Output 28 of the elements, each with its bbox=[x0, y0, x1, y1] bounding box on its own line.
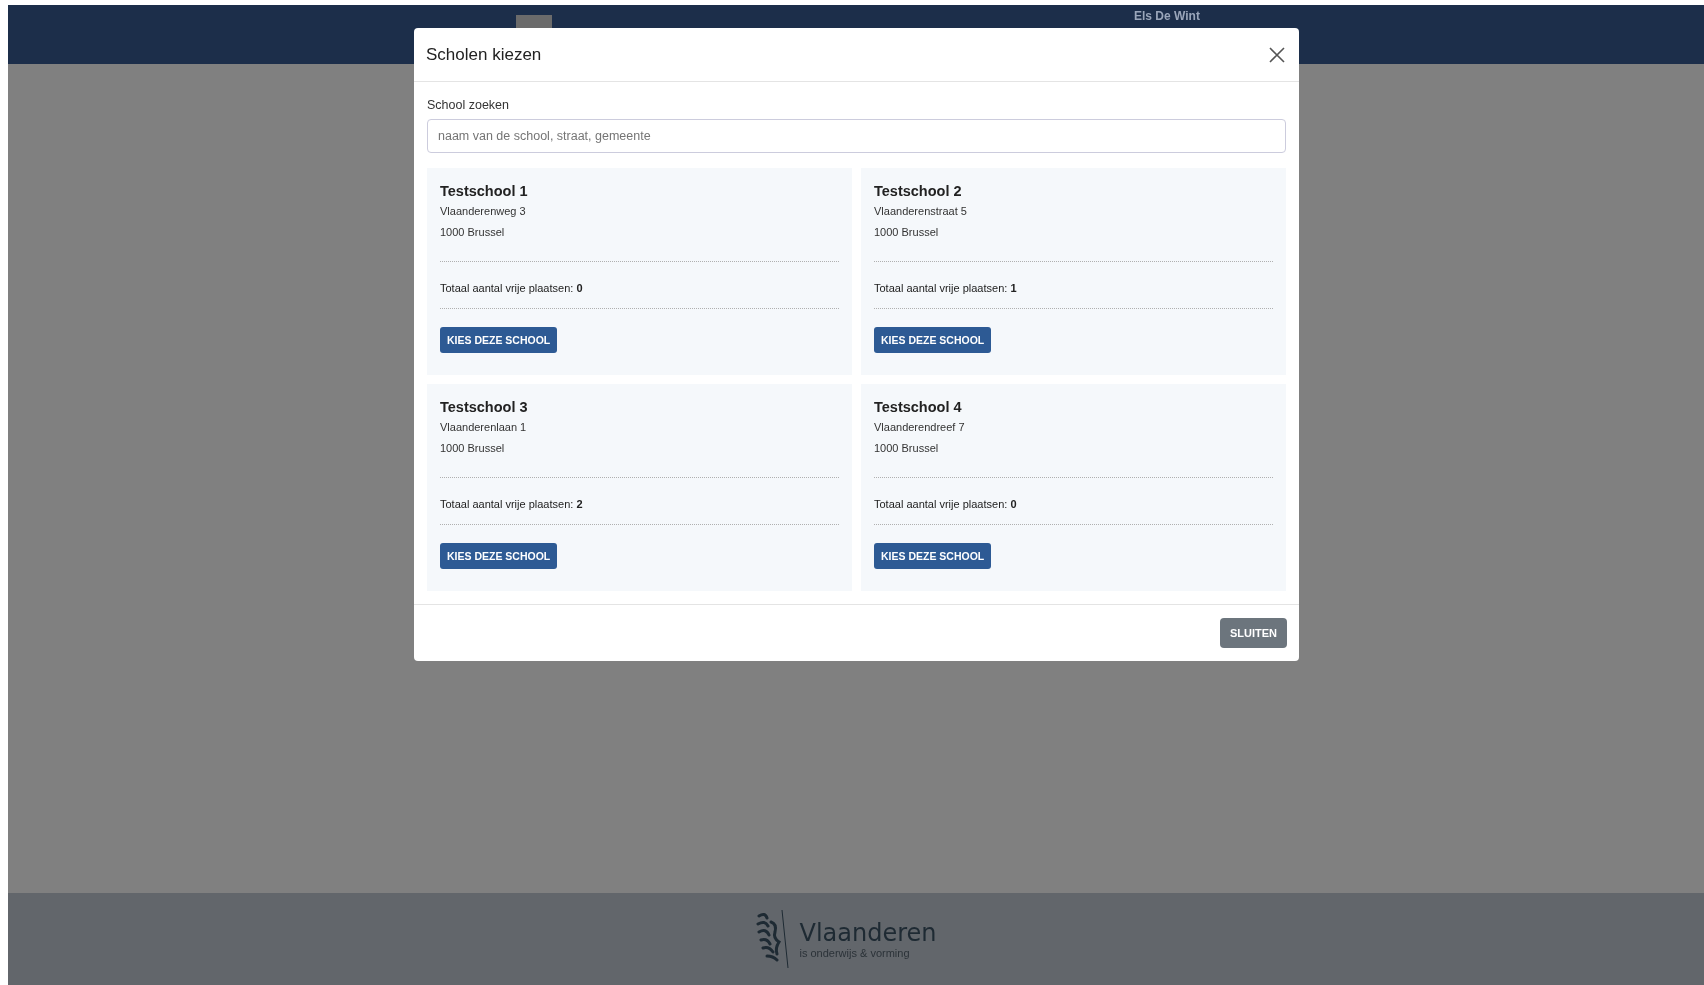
search-field[interactable]: naam van de school, straat, gemeente bbox=[427, 119, 1286, 153]
choose-school-button[interactable]: KIES DEZE SCHOOL bbox=[874, 327, 992, 353]
school-name: Testschool 2 bbox=[874, 183, 963, 199]
school-street: Vlaanderenstraat 5 bbox=[874, 205, 968, 217]
school-name: Testschool 1 bbox=[440, 183, 529, 199]
school-city: 1000 Brussel bbox=[440, 442, 506, 454]
school-name: Testschool 3 bbox=[440, 399, 529, 415]
brand-name: Vlaanderen bbox=[799, 919, 937, 947]
school-city: 1000 Brussel bbox=[874, 226, 940, 238]
free-places-text: Totaal aantal vrije plaatsen: 1 bbox=[874, 282, 1018, 294]
school-city: 1000 Brussel bbox=[440, 226, 506, 238]
free-places-text: Totaal aantal vrije plaatsen: 2 bbox=[440, 498, 584, 510]
lion-logo-icon bbox=[755, 908, 790, 970]
school-street: Vlaanderenlaan 1 bbox=[440, 421, 528, 433]
close-button[interactable]: SLUITEN bbox=[1219, 618, 1287, 648]
choose-school-button[interactable]: KIES DEZE SCHOOL bbox=[874, 543, 992, 569]
close-icon[interactable] bbox=[1267, 44, 1287, 65]
school-street: Vlaanderendreef 7 bbox=[874, 421, 966, 433]
choose-school-button[interactable]: KIES DEZE SCHOOL bbox=[440, 327, 558, 353]
free-places-text: Totaal aantal vrije plaatsen: 0 bbox=[874, 498, 1018, 510]
school-city: 1000 Brussel bbox=[874, 442, 940, 454]
choose-school-button[interactable]: KIES DEZE SCHOOL bbox=[440, 543, 558, 569]
search-label: School zoeken bbox=[427, 98, 510, 112]
free-places-text: Totaal aantal vrije plaatsen: 0 bbox=[440, 282, 584, 294]
modal-title: Scholen kiezen bbox=[426, 44, 542, 65]
user-name: Els De Wint bbox=[1134, 9, 1200, 23]
school-street: Vlaanderenweg 3 bbox=[440, 205, 527, 217]
school-name: Testschool 4 bbox=[874, 399, 963, 415]
